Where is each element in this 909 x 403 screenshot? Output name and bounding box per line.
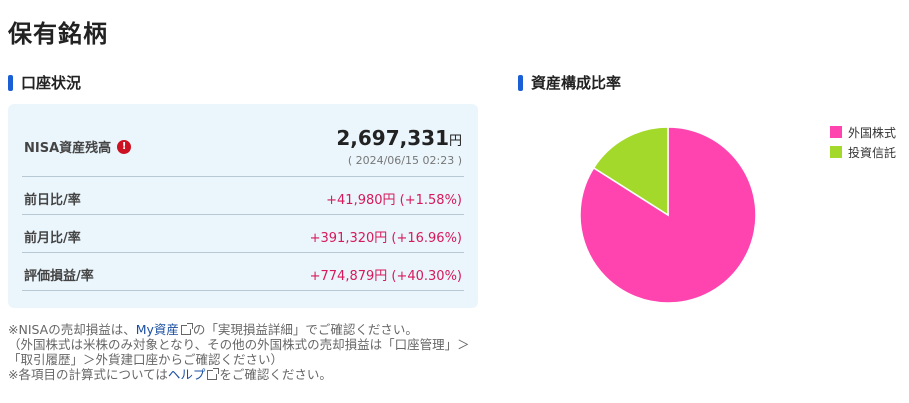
nisa-balance-value: 2,697,331 [336, 126, 449, 150]
external-link-icon [207, 368, 220, 380]
my-assets-link[interactable]: My資産 [136, 322, 179, 337]
pie-legend: 外国株式 投資信託 [830, 122, 896, 162]
unrealized-pl-label: 評価損益/率 [24, 269, 94, 284]
nisa-balance-amount: 2,697,331円 [336, 126, 462, 150]
unrealized-pl-value: +774,879円 (+40.30%) [309, 269, 462, 284]
composition-heading: 資産構成比率 [518, 72, 621, 93]
page-title: 保有銘柄 [8, 20, 108, 48]
note-line-1: ※NISAの売却損益は、My資産 の「実現損益詳細」でご確認ください。 [8, 322, 488, 337]
account-status-heading-text: 口座状況 [21, 74, 82, 92]
notes: ※NISAの売却損益は、My資産 の「実現損益詳細」でご確認ください。 （外国株式… [8, 322, 488, 382]
legend-swatch [830, 146, 842, 158]
note-text: をご確認ください。 [219, 367, 332, 382]
monthly-change-row: 前月比/率 +391,320円 (+16.96%) [22, 215, 464, 253]
account-status-card: NISA資産残高 ! 2,697,331円 ( 2024/06/15 02:23… [8, 104, 478, 308]
exclamation-circle-icon[interactable]: ! [117, 139, 132, 154]
note-text: ※NISAの売却損益は、 [8, 322, 136, 337]
legend-swatch [830, 126, 842, 138]
legend-item: 外国株式 [830, 122, 896, 142]
note-line-2: （外国株式は米株のみ対象となり、その他の外国株式の売却損益は「口座管理」＞「取引… [8, 337, 470, 367]
monthly-change-label: 前月比/率 [24, 231, 81, 246]
heading-accent-bar [518, 74, 523, 91]
external-link-icon [180, 323, 193, 335]
nisa-balance-unit: 円 [448, 134, 462, 149]
account-status-heading: 口座状況 [8, 72, 81, 93]
heading-accent-bar [8, 74, 13, 91]
legend-item: 投資信託 [830, 142, 896, 162]
note-text: ※各項目の計算式については [8, 367, 168, 382]
nisa-balance-label-group: NISA資産残高 ! [24, 137, 132, 156]
nisa-balance-row: NISA資産残高 ! 2,697,331円 ( 2024/06/15 02:23… [22, 104, 464, 177]
nisa-balance-timestamp: ( 2024/06/15 02:23 ) [347, 154, 462, 167]
note-line-3: ※各項目の計算式についてはヘルプ をご確認ください。 [8, 367, 488, 382]
legend-label: 外国株式 [848, 125, 897, 140]
asset-composition-pie-chart [579, 126, 757, 304]
daily-change-label: 前日比/率 [24, 193, 81, 208]
daily-change-row: 前日比/率 +41,980円 (+1.58%) [22, 177, 464, 215]
unrealized-pl-row: 評価損益/率 +774,879円 (+40.30%) [22, 253, 464, 291]
legend-label: 投資信託 [848, 145, 897, 160]
nisa-balance-label: NISA資産残高 [24, 141, 112, 156]
monthly-change-value: +391,320円 (+16.96%) [309, 231, 462, 246]
help-link[interactable]: ヘルプ [168, 367, 206, 382]
composition-heading-text: 資産構成比率 [531, 74, 622, 92]
note-text: の「実現損益詳細」でご確認ください。 [192, 322, 418, 337]
daily-change-value: +41,980円 (+1.58%) [326, 193, 462, 208]
